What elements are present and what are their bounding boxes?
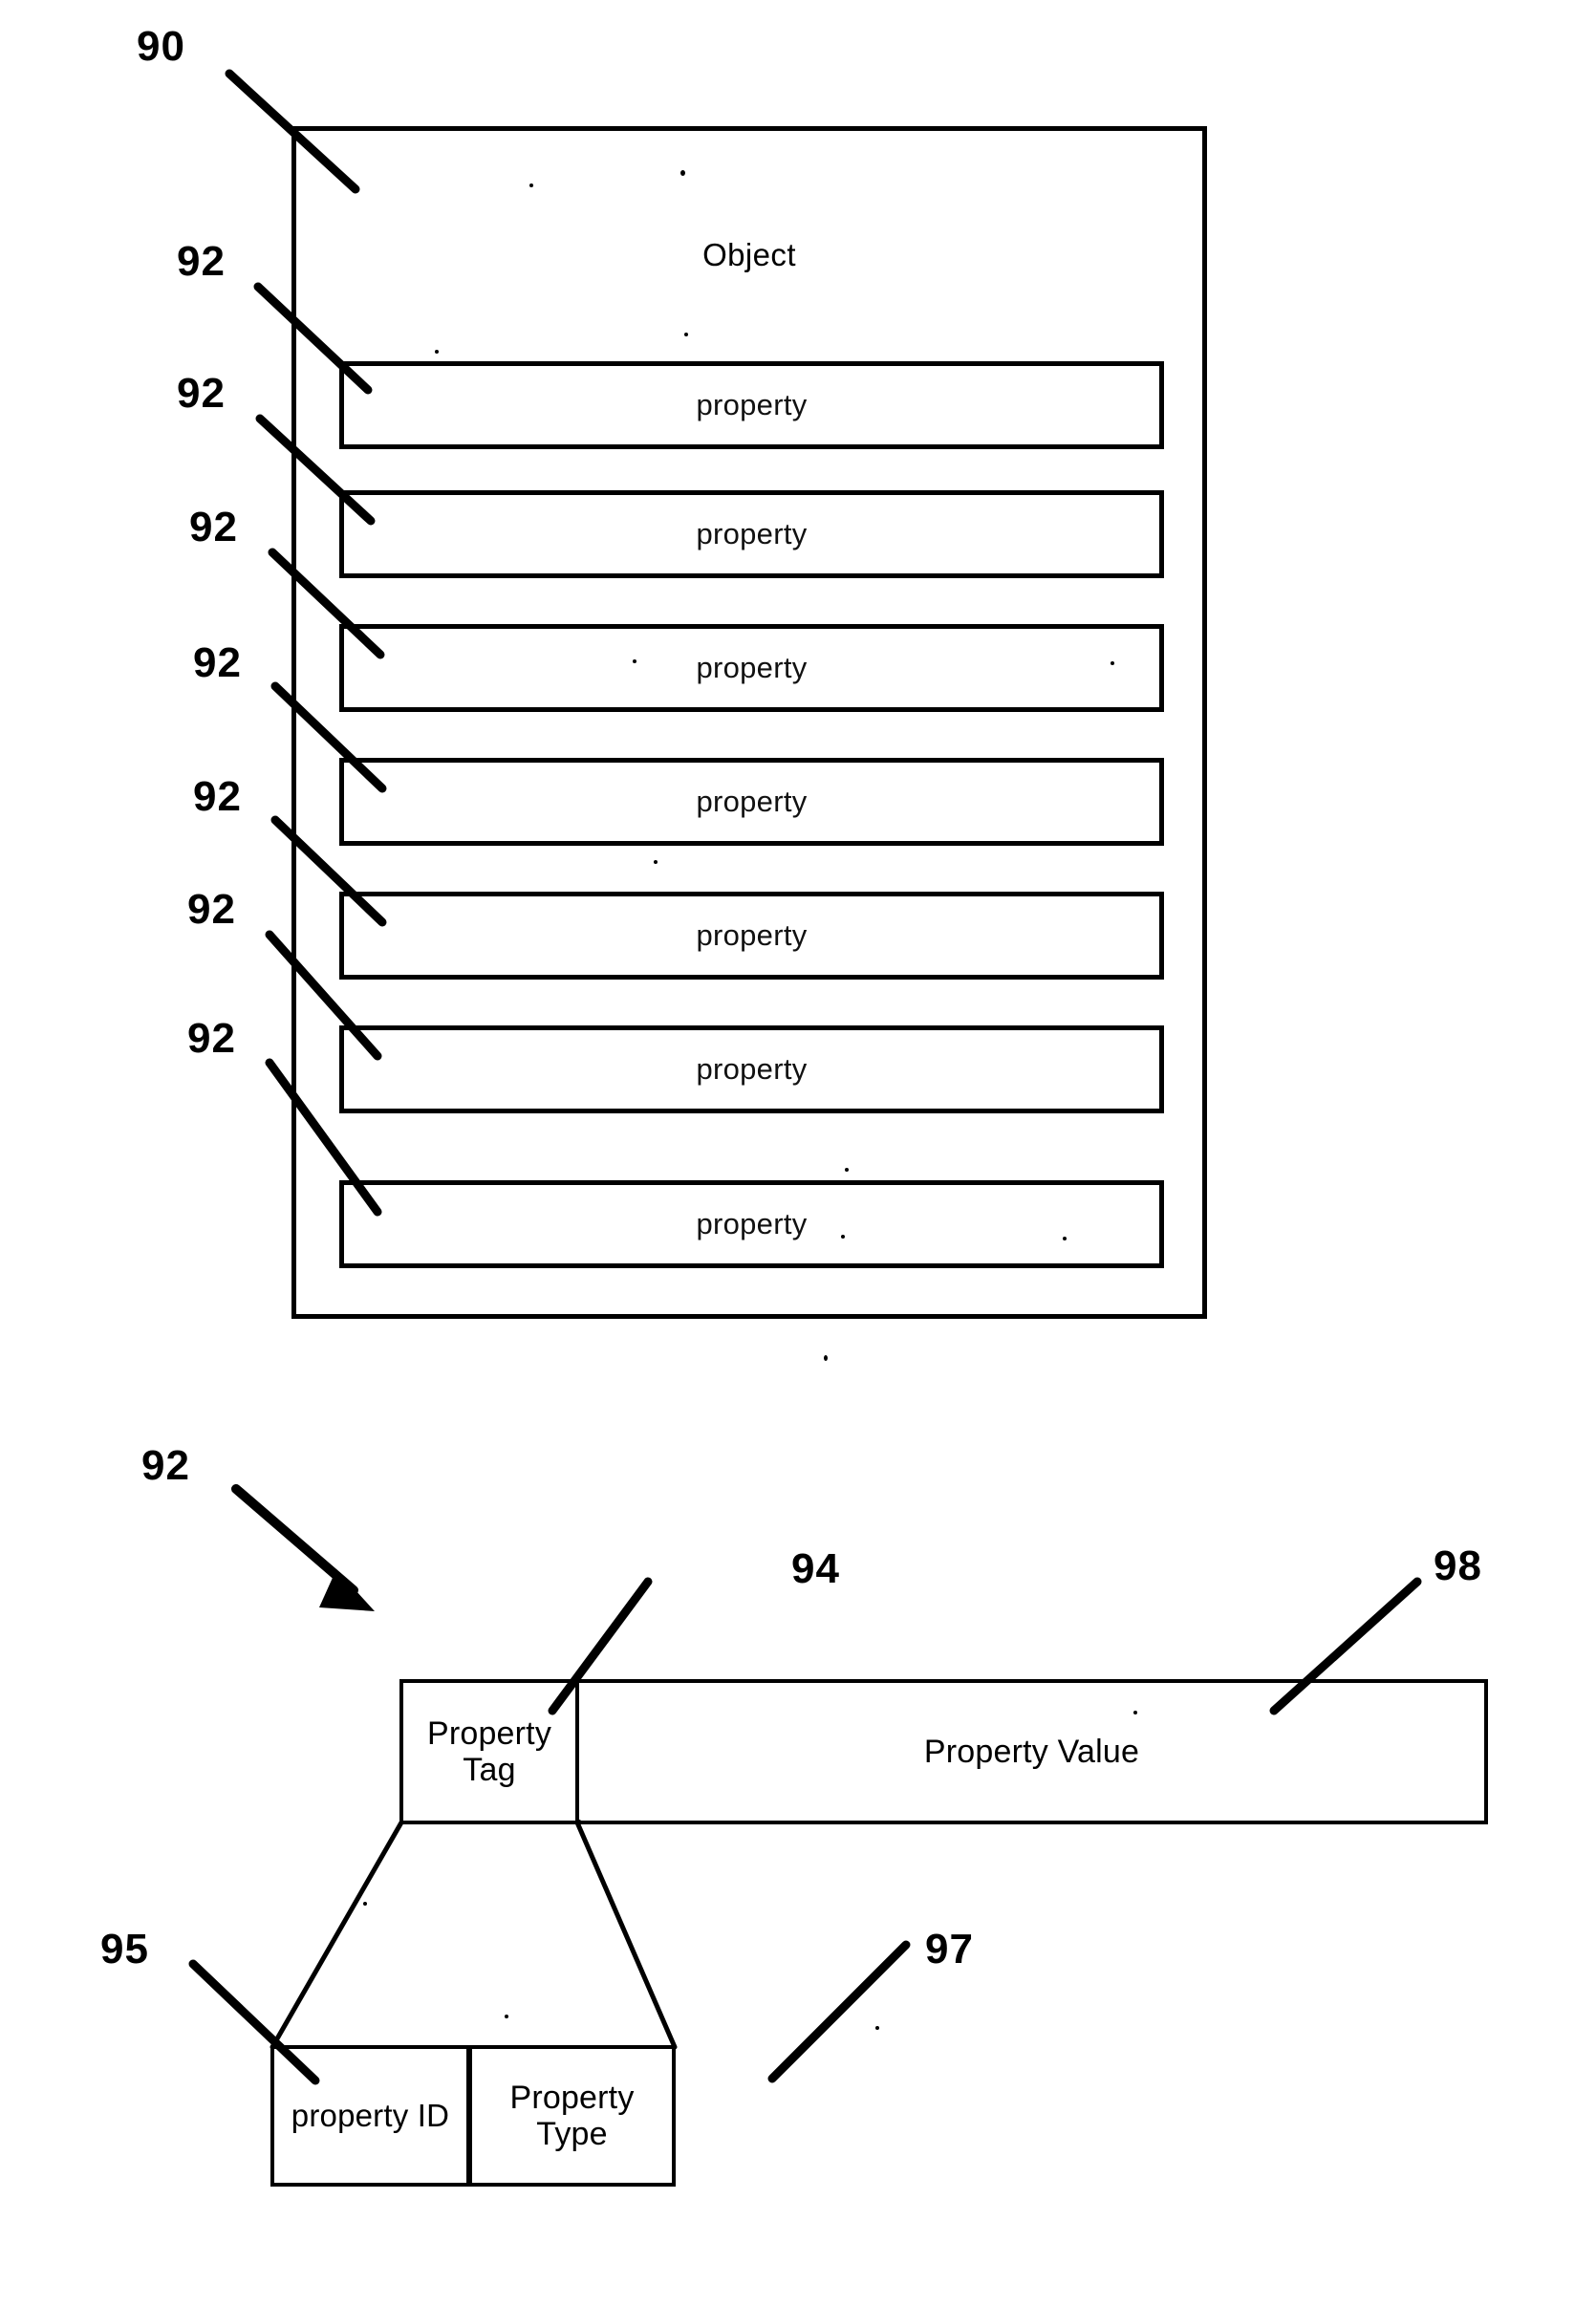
property-id-label: property ID <box>291 2097 450 2133</box>
property-box-5: property <box>339 892 1164 980</box>
scan-speck <box>841 1235 845 1239</box>
ref-numeral-92-7: 92 <box>187 1015 236 1062</box>
ref-numeral-92-2: 92 <box>177 370 226 417</box>
funnel-line-right <box>574 1820 678 2050</box>
property-box-6: property <box>339 1025 1164 1113</box>
scan-speck <box>684 333 688 336</box>
ref-numeral-95: 95 <box>100 1926 149 1973</box>
property-tag-label-line2: Tag <box>463 1752 516 1788</box>
property-value-label: Property Value <box>923 1733 1140 1770</box>
property-box-label: property <box>696 651 808 684</box>
property-box-label: property <box>696 388 808 421</box>
property-id-box: property ID <box>270 2045 470 2187</box>
scan-speck <box>505 2015 508 2018</box>
arrowhead-92-callout <box>319 1569 375 1611</box>
property-tag-label-line1: Property <box>426 1714 552 1752</box>
scan-speck <box>1063 1237 1067 1240</box>
ref-numeral-92-callout: 92 <box>141 1442 190 1489</box>
property-box-label: property <box>696 785 808 818</box>
scan-speck <box>680 170 685 176</box>
property-box-3: property <box>339 624 1164 712</box>
property-tag-box: Property Tag <box>399 1679 579 1824</box>
object-title: Object <box>702 237 796 272</box>
property-box-label: property <box>696 1207 808 1240</box>
scan-speck <box>1111 661 1114 665</box>
property-type-label-line2: Type <box>536 2116 608 2152</box>
scan-speck <box>363 1902 367 1906</box>
property-value-box: Property Value <box>575 1679 1488 1824</box>
scan-speck <box>529 183 533 187</box>
ref-numeral-92-6: 92 <box>187 886 236 933</box>
ref-numeral-94: 94 <box>791 1545 840 1592</box>
property-type-box: Property Type <box>468 2045 676 2187</box>
ref-numeral-97: 97 <box>925 1926 974 1973</box>
property-type-label: Property Type <box>506 2080 637 2152</box>
property-box-label: property <box>696 918 808 952</box>
object-box <box>291 126 1207 1319</box>
scan-speck <box>435 350 439 354</box>
property-box-4: property <box>339 758 1164 846</box>
scan-speck <box>577 1820 581 1823</box>
property-type-label-line1: Property <box>509 2079 635 2116</box>
leader-line-97 <box>767 1940 911 2083</box>
property-tag-label: Property Tag <box>423 1715 555 1788</box>
scan-speck <box>633 659 636 663</box>
ref-numeral-92-3: 92 <box>189 504 238 550</box>
ref-numeral-92-5: 92 <box>193 773 242 820</box>
ref-numeral-92-4: 92 <box>193 639 242 686</box>
property-box-7: property <box>339 1180 1164 1268</box>
property-box-1: property <box>339 361 1164 449</box>
funnel-line-left <box>270 1820 404 2050</box>
scan-speck <box>845 1168 849 1172</box>
property-box-label: property <box>696 1052 808 1086</box>
ref-numeral-98: 98 <box>1434 1542 1482 1589</box>
property-box-label: property <box>696 517 808 550</box>
scan-speck <box>875 2026 879 2030</box>
property-box-2: property <box>339 490 1164 578</box>
ref-numeral-90: 90 <box>137 23 185 70</box>
figure-canvas: Object property property property proper… <box>0 0 1596 2307</box>
scan-speck <box>654 860 658 864</box>
scan-speck <box>1133 1711 1137 1714</box>
scan-speck <box>824 1355 828 1361</box>
leader-arrow-92-callout <box>231 1484 358 1595</box>
ref-numeral-92-1: 92 <box>177 238 226 285</box>
